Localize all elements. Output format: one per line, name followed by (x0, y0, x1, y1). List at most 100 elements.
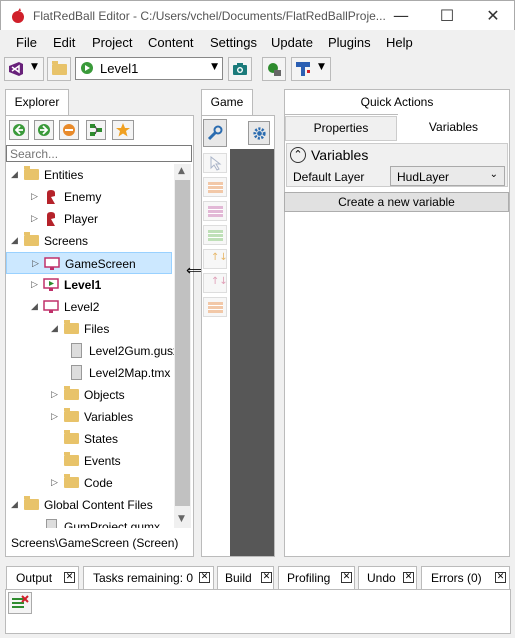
collapsed-arrow-icon[interactable]: ▷ (31, 208, 38, 230)
tree-item-player[interactable]: ▷ Player (6, 208, 172, 230)
back-button[interactable] (9, 120, 29, 140)
menu-file[interactable]: File (16, 35, 37, 50)
tree-item-code[interactable]: ▷ Code (6, 472, 172, 494)
collapsed-arrow-icon[interactable]: ▷ (32, 253, 39, 275)
forward-button[interactable] (34, 120, 54, 140)
tree-item-gamescreen[interactable]: ▷ GameScreen (6, 252, 172, 274)
tab-explorer[interactable]: Explorer (5, 89, 69, 116)
scroll-up-icon[interactable]: ▲ (178, 166, 185, 176)
close-icon[interactable]: ✕ (495, 572, 506, 583)
create-variable-button[interactable]: Create a new variable (284, 192, 509, 212)
game-settings-button[interactable] (248, 121, 270, 145)
expanded-arrow-icon[interactable]: ◢ (51, 318, 58, 340)
tab-build-label: Build (225, 571, 252, 585)
favorites-button[interactable] (112, 120, 134, 140)
tree-item-states[interactable]: States (6, 428, 172, 450)
tiled-button[interactable]: ▼ (291, 57, 331, 81)
menu-help[interactable]: Help (386, 35, 413, 50)
sync-tree-button[interactable] (86, 120, 106, 140)
brush-tool-button-3[interactable] (203, 225, 227, 245)
title-bar: FlatRedBall Editor - C:/Users/vchel/Docu… (0, 0, 515, 30)
move-up-tool-button[interactable]: ↑↓ (203, 249, 228, 269)
brush-tool-button[interactable] (203, 177, 227, 197)
tab-variables[interactable]: Variables (398, 114, 509, 141)
folder-icon (24, 166, 39, 180)
menu-edit[interactable]: Edit (53, 35, 75, 50)
minimize-button[interactable]: — (378, 1, 424, 31)
collapsed-arrow-icon[interactable]: ▷ (31, 186, 38, 208)
tab-profiling[interactable]: Profiling ✕ (278, 566, 355, 590)
tree-item-label: Enemy (64, 190, 102, 204)
menu-project[interactable]: Project (92, 35, 132, 50)
tree-item-level2[interactable]: ◢ Level2 (6, 296, 172, 318)
entity-icon (47, 190, 55, 204)
tab-errors[interactable]: Errors (0) ✕ (421, 566, 510, 590)
tree-item-screens[interactable]: ◢ Screens (6, 230, 172, 252)
select-tool-button[interactable] (203, 153, 227, 173)
folder-icon (64, 452, 79, 466)
tree-item-global-content-files[interactable]: ◢ Global Content Files (6, 494, 172, 516)
tree-item-level2map-tmx[interactable]: Level2Map.tmx (6, 362, 172, 384)
file-icon (71, 365, 82, 380)
quick-actions-tab[interactable]: Quick Actions (284, 89, 510, 115)
tree-scrollbar[interactable]: ▲ ▼ (174, 164, 191, 528)
wrench-button[interactable] (203, 119, 227, 147)
scrollbar-thumb[interactable] (175, 180, 190, 506)
tree-item-level2gum-gusx[interactable]: Level2Gum.gusx (6, 340, 174, 362)
tree-item-files[interactable]: ◢ Files (6, 318, 172, 340)
tab-game[interactable]: Game (201, 89, 253, 116)
collapse-icon (63, 124, 75, 136)
stack-tool-button[interactable] (203, 297, 227, 317)
menu-update[interactable]: Update (271, 35, 313, 50)
expanded-arrow-icon[interactable]: ◢ (31, 296, 38, 318)
tab-output[interactable]: Output ✕ (6, 566, 79, 590)
expanded-arrow-icon[interactable]: ◢ (11, 164, 18, 186)
tab-build[interactable]: Build ✕ (217, 566, 274, 590)
collapsed-arrow-icon[interactable]: ▷ (51, 384, 58, 406)
clear-output-button[interactable] (8, 592, 32, 614)
expanded-arrow-icon[interactable]: ◢ (11, 230, 18, 252)
tree-item-enemy[interactable]: ▷ Enemy (6, 186, 172, 208)
screenshot-button[interactable] (228, 57, 252, 81)
close-icon[interactable]: ✕ (261, 572, 272, 583)
tab-undo[interactable]: Undo ✕ (358, 566, 417, 590)
gear-icon (253, 127, 266, 140)
maximize-button[interactable]: ☐ (424, 1, 470, 31)
tab-tasks[interactable]: Tasks remaining: 0 ✕ (83, 566, 214, 590)
menu-settings[interactable]: Settings (210, 35, 257, 50)
close-icon[interactable]: ✕ (341, 572, 352, 583)
tree-item-gumproject-gumx[interactable]: GumProject.gumx (6, 516, 172, 528)
arrow-left-icon (13, 124, 25, 136)
explorer-search-input[interactable] (6, 145, 192, 162)
tree-item-objects[interactable]: ▷ Objects (6, 384, 172, 406)
gum-button[interactable] (262, 57, 286, 81)
close-icon[interactable]: ✕ (403, 572, 414, 583)
tree-item-variables[interactable]: ▷ Variables (6, 406, 172, 428)
collapse-all-button[interactable] (59, 120, 79, 140)
tree-item-label: Events (84, 454, 121, 468)
tree-item-entities[interactable]: ◢ Entities (6, 164, 172, 186)
collapse-chevron-icon[interactable]: ⌃ (290, 147, 306, 163)
close-icon[interactable]: ✕ (64, 572, 75, 583)
default-layer-select[interactable]: HudLayer ⌄ (390, 166, 505, 186)
close-button[interactable]: ✕ (470, 1, 515, 31)
move-down-tool-button[interactable]: ↑↓ (203, 273, 228, 293)
tab-properties[interactable]: Properties (285, 116, 397, 141)
visual-studio-button[interactable]: ▼ (4, 57, 44, 81)
close-icon[interactable]: ✕ (199, 572, 210, 583)
tree-item-level1[interactable]: ▷ Level1 (6, 274, 172, 296)
tree-item-events[interactable]: Events (6, 450, 172, 472)
scroll-down-icon[interactable]: ▼ (178, 514, 185, 524)
folder-icon (52, 61, 67, 75)
screen-selector[interactable]: Level1 ▼ (75, 57, 223, 80)
collapsed-arrow-icon[interactable]: ▷ (51, 472, 58, 494)
open-folder-button[interactable] (47, 57, 71, 81)
menu-content[interactable]: Content (148, 35, 194, 50)
expanded-arrow-icon[interactable]: ◢ (11, 494, 18, 516)
menu-plugins[interactable]: Plugins (328, 35, 371, 50)
collapsed-arrow-icon[interactable]: ▷ (31, 274, 38, 296)
game-viewport[interactable] (230, 149, 274, 556)
collapsed-arrow-icon[interactable]: ▷ (51, 406, 58, 428)
folder-icon (64, 430, 79, 444)
brush-tool-button-2[interactable] (203, 201, 227, 221)
